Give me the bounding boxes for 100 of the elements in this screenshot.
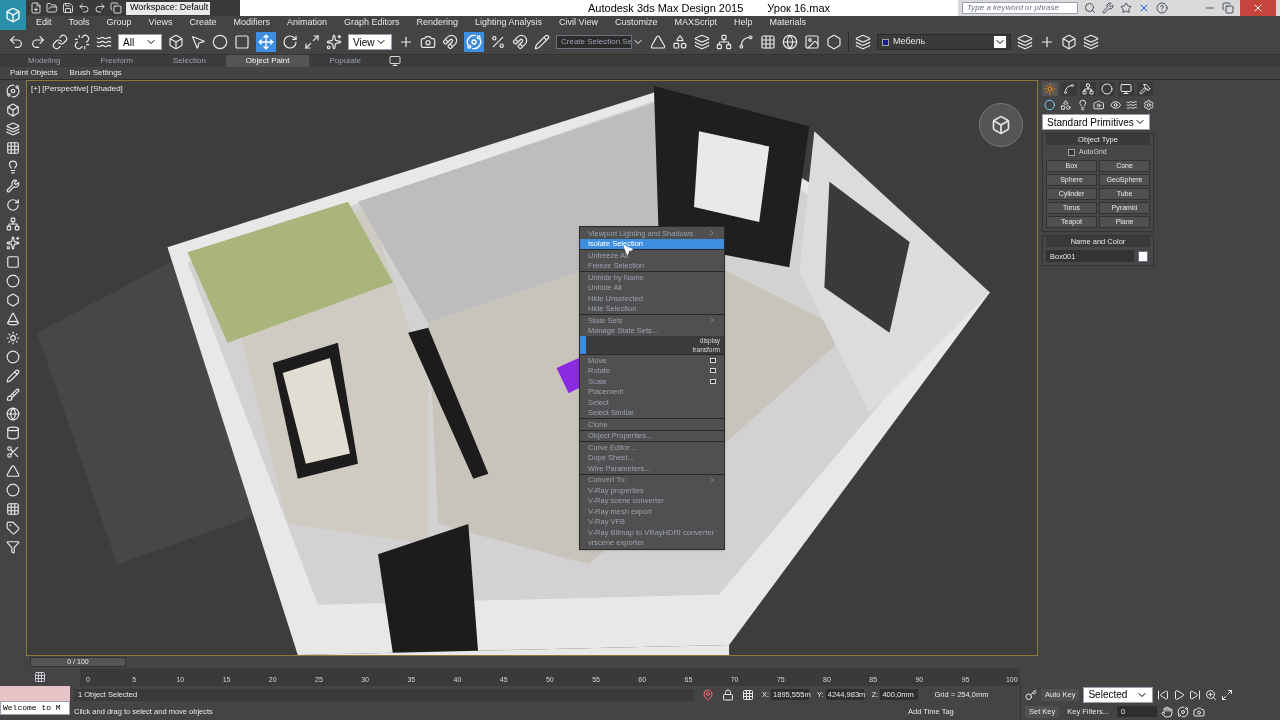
object-color-swatch[interactable] bbox=[1138, 250, 1148, 262]
key-mode-dropdown[interactable]: Selected bbox=[1083, 686, 1154, 703]
play-icon[interactable] bbox=[1173, 688, 1186, 701]
ribbon-panel-button[interactable]: Paint Objects bbox=[8, 67, 60, 79]
schematic-view-icon[interactable] bbox=[716, 34, 732, 50]
select-in-layer-icon[interactable] bbox=[1061, 34, 1077, 50]
command-panel-tab[interactable] bbox=[1118, 82, 1134, 96]
ribbon-tab[interactable]: Freeform bbox=[80, 55, 153, 67]
globe-icon[interactable] bbox=[6, 407, 20, 421]
spinner-snap-icon[interactable] bbox=[512, 34, 528, 50]
layer-dropdown[interactable]: Мебель bbox=[877, 34, 1011, 50]
grid-icon[interactable] bbox=[6, 502, 20, 516]
edit-named-selection-icon[interactable] bbox=[534, 34, 550, 50]
save-icon[interactable] bbox=[62, 2, 74, 14]
move-button[interactable] bbox=[256, 32, 276, 52]
space-warps-icon[interactable] bbox=[1126, 99, 1138, 111]
box-icon[interactable] bbox=[6, 103, 20, 117]
go-to-start-icon[interactable] bbox=[1157, 688, 1170, 701]
close-icon[interactable] bbox=[1138, 2, 1150, 14]
category-dropdown[interactable]: Standard Primitives bbox=[1042, 114, 1150, 130]
camera-icon[interactable] bbox=[1192, 705, 1205, 718]
layer-manager-icon[interactable] bbox=[694, 34, 710, 50]
layers-icon[interactable] bbox=[6, 122, 20, 136]
brush-icon[interactable] bbox=[6, 388, 20, 402]
menu-item[interactable]: Materials bbox=[769, 16, 806, 30]
zoom-extents-icon[interactable] bbox=[1221, 688, 1234, 701]
pin-icon[interactable] bbox=[702, 688, 714, 701]
dot-icon[interactable] bbox=[6, 483, 20, 497]
filter-icon[interactable] bbox=[6, 540, 20, 554]
sparkles-icon[interactable] bbox=[6, 236, 20, 250]
tag-icon[interactable] bbox=[6, 521, 20, 535]
orbit-icon[interactable] bbox=[1176, 705, 1189, 718]
redo-icon[interactable] bbox=[30, 34, 46, 50]
menu-item[interactable]: Modifiers bbox=[233, 16, 270, 30]
go-to-end-icon[interactable] bbox=[1189, 688, 1202, 701]
geometry-icon[interactable] bbox=[1044, 99, 1056, 111]
help-icon[interactable] bbox=[1156, 2, 1168, 14]
command-panel-tab[interactable] bbox=[1080, 82, 1096, 96]
lock-icon[interactable] bbox=[722, 688, 734, 701]
menu-item[interactable]: Lighting Analysis bbox=[475, 16, 543, 30]
snap-icon[interactable] bbox=[442, 34, 458, 50]
menu-item[interactable]: Edit bbox=[36, 16, 52, 30]
ribbon-tab[interactable]: Modeling bbox=[8, 55, 81, 67]
cameras-icon[interactable] bbox=[1093, 99, 1105, 111]
menu-item[interactable]: Rendering bbox=[416, 16, 459, 30]
menu-item[interactable]: Views bbox=[148, 16, 173, 30]
ribbon-tab[interactable]: Populate bbox=[309, 55, 381, 67]
menu-item[interactable]: Animation bbox=[286, 16, 327, 30]
window-close-button[interactable] bbox=[1240, 0, 1276, 16]
search-field[interactable]: Type a keyword or phrase bbox=[962, 2, 1078, 14]
zoom-icon[interactable] bbox=[1205, 688, 1218, 701]
restore-icon[interactable] bbox=[1222, 2, 1234, 14]
systems-icon[interactable] bbox=[1142, 99, 1154, 111]
menu-item[interactable]: Help bbox=[733, 16, 753, 30]
wrench-icon[interactable] bbox=[1102, 2, 1114, 14]
lights-icon[interactable] bbox=[1076, 99, 1089, 111]
selection-filter-dropdown[interactable]: All bbox=[118, 34, 162, 50]
sphere-icon[interactable] bbox=[6, 350, 20, 364]
layers-icon[interactable] bbox=[855, 34, 871, 50]
pencil-icon[interactable] bbox=[6, 369, 20, 383]
shapes-icon[interactable] bbox=[1060, 99, 1072, 111]
new-file-icon[interactable] bbox=[30, 2, 42, 14]
search-icon[interactable] bbox=[1084, 2, 1096, 14]
grid-icon[interactable] bbox=[6, 141, 20, 155]
open-folder-icon[interactable] bbox=[46, 2, 58, 14]
circle-selection-icon[interactable] bbox=[212, 34, 228, 50]
rotate-icon[interactable] bbox=[282, 34, 298, 50]
cylinder-icon[interactable] bbox=[6, 426, 20, 440]
rotate-icon[interactable] bbox=[6, 198, 20, 212]
new-layer-icon[interactable] bbox=[1017, 34, 1033, 50]
sun-icon[interactable] bbox=[6, 331, 20, 345]
menu-item[interactable]: Group bbox=[106, 16, 132, 30]
ribbon-panel-button[interactable]: Brush Settings bbox=[67, 67, 124, 79]
workspace-dropdown[interactable]: Workspace: Default bbox=[126, 1, 210, 15]
ribbon-tab[interactable]: Object Paint bbox=[225, 55, 310, 67]
viewport-label[interactable]: [+] [Perspective] [Shaded] bbox=[31, 83, 123, 95]
undo-icon[interactable] bbox=[8, 34, 24, 50]
circle-icon[interactable] bbox=[6, 274, 20, 288]
hierarchy-icon[interactable] bbox=[6, 217, 20, 231]
menu-item[interactable]: Create bbox=[189, 16, 217, 30]
app-logo-button[interactable] bbox=[0, 0, 26, 30]
window-crossing-icon[interactable] bbox=[234, 34, 250, 50]
ribbon-tab[interactable]: Selection bbox=[152, 55, 226, 67]
unlink-icon[interactable] bbox=[74, 34, 90, 50]
command-panel-tab[interactable] bbox=[1137, 82, 1153, 96]
menu-item[interactable]: Civil View bbox=[559, 16, 598, 30]
scissors-icon[interactable] bbox=[6, 445, 20, 459]
light-icon[interactable] bbox=[6, 160, 20, 174]
view-cube[interactable] bbox=[979, 103, 1023, 147]
hexagon-icon[interactable] bbox=[6, 293, 20, 307]
curve-editor-icon[interactable] bbox=[738, 34, 754, 50]
square-icon[interactable] bbox=[6, 255, 20, 269]
triangle-icon[interactable] bbox=[6, 464, 20, 478]
menu-item[interactable]: MAXScript bbox=[674, 16, 717, 30]
menu-item[interactable]: Tools bbox=[68, 16, 90, 30]
rendered-frame-icon[interactable] bbox=[804, 34, 820, 50]
undo-icon[interactable] bbox=[78, 2, 90, 14]
percent-snap-icon[interactable] bbox=[490, 34, 506, 50]
redo-icon[interactable] bbox=[94, 2, 106, 14]
angle-snap-button[interactable] bbox=[464, 32, 484, 52]
